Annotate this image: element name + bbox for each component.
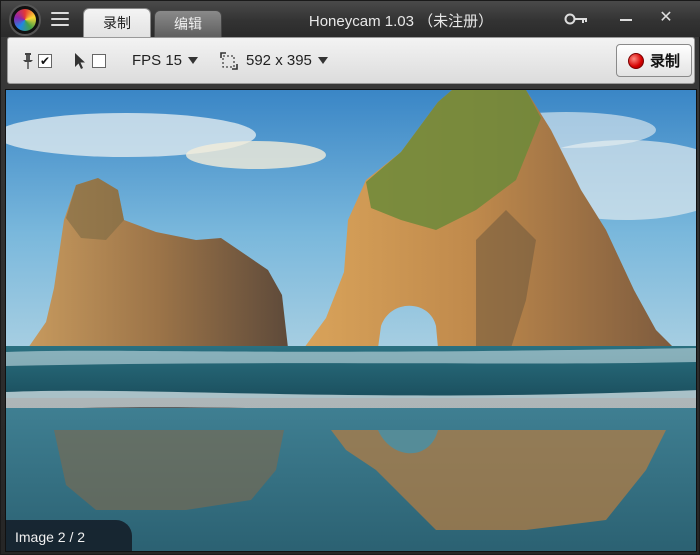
cursor-checkbox[interactable] xyxy=(92,53,106,68)
honeycam-logo-icon[interactable] xyxy=(9,4,41,36)
chevron-down-icon xyxy=(317,57,328,64)
image-counter-badge: Image 2 / 2 xyxy=(6,520,132,551)
capture-preview-image xyxy=(6,90,696,551)
fps-label: FPS 15 xyxy=(132,52,183,69)
pin-checkbox[interactable]: ✔ xyxy=(38,53,52,68)
window-title: Honeycam 1.03 （未注册） xyxy=(308,13,494,30)
pin-option[interactable]: ✔ xyxy=(22,38,52,83)
chevron-down-icon xyxy=(188,57,199,64)
title-bar[interactable]: 录制 编辑 Honeycam 1.03 （未注册） ✕ xyxy=(1,1,700,37)
size-label: 592 x 395 xyxy=(246,52,312,69)
tab-edit-label: 编辑 xyxy=(174,16,202,32)
image-counter: Image 2 / 2 xyxy=(15,528,86,545)
record-dot-icon xyxy=(627,52,644,69)
honeycam-window: 录制 编辑 Honeycam 1.03 （未注册） ✕ ✔ FPS 15 592… xyxy=(0,0,700,555)
tab-record-label: 录制 xyxy=(103,15,131,31)
check-glyph: ✔ xyxy=(39,53,51,68)
record-button[interactable]: 录制 xyxy=(616,44,692,77)
pin-icon xyxy=(23,52,33,69)
size-dropdown[interactable]: 592 x 395 xyxy=(220,38,328,83)
close-icon: ✕ xyxy=(659,9,673,26)
close-button[interactable]: ✕ xyxy=(652,5,680,29)
cursor-option[interactable] xyxy=(74,38,106,83)
cursor-icon xyxy=(75,52,85,69)
minimize-icon xyxy=(620,19,632,21)
color-wheel xyxy=(14,9,36,31)
resize-icon xyxy=(220,51,238,70)
tab-record[interactable]: 录制 xyxy=(83,8,151,37)
minimize-button[interactable] xyxy=(612,5,640,29)
key-icon[interactable] xyxy=(563,10,589,28)
menu-icon[interactable] xyxy=(51,12,69,26)
record-label: 录制 xyxy=(649,53,680,70)
tab-edit[interactable]: 编辑 xyxy=(154,10,222,37)
capture-area[interactable]: Image 2 / 2 xyxy=(5,89,697,552)
fps-dropdown[interactable]: FPS 15 xyxy=(132,38,199,83)
toolbar: ✔ FPS 15 592 x 395 录制 xyxy=(7,37,695,84)
